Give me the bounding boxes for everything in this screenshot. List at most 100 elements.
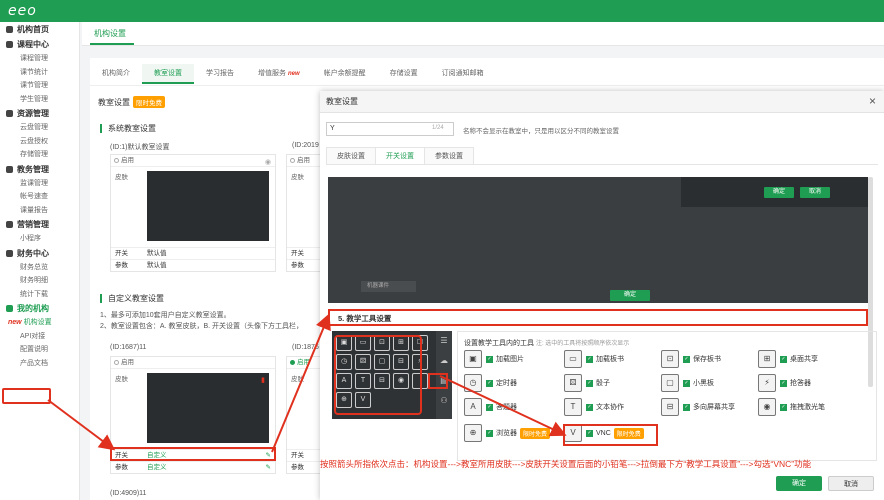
blackboard-icon: ▢ <box>661 374 679 392</box>
delete-icon[interactable]: ▮ <box>261 376 265 384</box>
tool-checkbox[interactable]: ✓ <box>486 379 493 387</box>
tab-classroom-settings[interactable]: 教室设置 <box>142 64 194 84</box>
tab-balance-alert[interactable]: 帐户余额提醒 <box>312 64 378 84</box>
tool-option[interactable]: ⊕ ✓ 浏览器 限时免费 <box>464 424 551 442</box>
tool-option[interactable]: ▭ ✓ 加载板书 <box>564 350 624 368</box>
tab-skin[interactable]: 皮肤设置 <box>326 147 376 165</box>
tool-checkbox[interactable]: ✓ <box>586 379 593 387</box>
tool-checkbox[interactable]: ✓ <box>683 379 690 387</box>
tool-checkbox[interactable]: ✓ <box>683 403 690 411</box>
tool-checkbox[interactable]: ✓ <box>486 355 493 363</box>
enable-radio[interactable] <box>114 158 119 163</box>
sidebar-section[interactable]: 财务中心 <box>0 246 79 261</box>
edit-pencil-icon[interactable]: ✎ <box>266 462 271 474</box>
tool-option[interactable]: T ✓ 文本协作 <box>564 398 624 416</box>
sidebar-section[interactable]: 教务管理 <box>0 162 79 177</box>
breadcrumb-underline <box>90 43 134 45</box>
sidebar-item[interactable]: 课程管理 <box>0 52 79 66</box>
tool-checkbox[interactable]: ✓ <box>486 429 493 437</box>
sidebar-section-label: 教务管理 <box>17 164 49 174</box>
sidebar-item[interactable]: 课量报告 <box>0 204 79 218</box>
close-icon[interactable]: × <box>869 94 876 108</box>
sidebar-item[interactable]: 帐号速查 <box>0 190 79 204</box>
sidebar-item[interactable]: 统计下载 <box>0 288 79 302</box>
tab-value-added[interactable]: 增值服务 new <box>246 64 312 84</box>
sidebar-item[interactable]: API对接 <box>0 330 79 344</box>
skin-preview[interactable]: ▮ <box>147 373 269 443</box>
tool-option[interactable]: ⊟ ✓ 多向屏幕共享 <box>661 398 735 416</box>
sidebar-item[interactable]: 小程序 <box>0 232 79 246</box>
tab-switch-settings[interactable]: 开关设置 <box>375 147 425 165</box>
tool-checkbox[interactable]: ✓ <box>486 403 493 411</box>
sidebar-item[interactable]: 云盘管理 <box>0 121 79 135</box>
tool-checkbox[interactable]: ✓ <box>683 355 690 363</box>
tool-option[interactable]: A ✓ 答题器 <box>464 398 517 416</box>
sidebar-item[interactable]: 云盘授权 <box>0 135 79 149</box>
tool-checkbox[interactable]: ✓ <box>780 355 787 363</box>
params-value: 默认值 <box>147 262 167 269</box>
tab-params[interactable]: 参数设置 <box>424 147 474 165</box>
annotation-highlight-vnc <box>563 424 658 446</box>
sidebar-item[interactable]: 存储管理 <box>0 148 79 162</box>
breadcrumb: 机构设置 <box>82 22 884 46</box>
sidebar-item[interactable]: 课节统计 <box>0 66 79 80</box>
tool-option[interactable]: ⊞ ✓ 桌面共享 <box>758 350 818 368</box>
sidebar-item[interactable]: 财务明细 <box>0 274 79 288</box>
annotation-instruction: 按照箭头所指依次点击：机构设置--->教室所用皮肤--->皮肤开关设置后面的小铅… <box>320 459 812 469</box>
tab-intro[interactable]: 机构简介 <box>90 64 142 84</box>
enable-radio-checked[interactable] <box>290 360 295 365</box>
tool-option[interactable]: ▣ ✓ 加载图片 <box>464 350 524 368</box>
name-hint: 名称不会显示在教室中，只是用以区分不同的教室设置 <box>463 128 619 135</box>
card5-id: (ID:4909)11 <box>110 490 147 497</box>
params-value: 自定义 <box>147 464 167 471</box>
sidebar-item[interactable]: 学生管理 <box>0 93 79 107</box>
tool-label: 抢答器 <box>790 380 811 387</box>
enable-label: 启用 <box>121 359 134 366</box>
sidebar-section[interactable]: 营销管理 <box>0 217 79 232</box>
skin-preview[interactable] <box>147 171 269 241</box>
tool-option[interactable]: ◉ ✓ 拖拽激光笔 <box>758 398 825 416</box>
card-default-settings[interactable]: 启用 ◉ 皮肤 开关 默认值 参数 默认值 <box>110 154 276 272</box>
switch-value: 默认值 <box>147 250 167 257</box>
enable-radio[interactable] <box>290 158 295 163</box>
cancel-button[interactable]: 取消 <box>828 476 874 491</box>
sidebar-section[interactable]: 课程中心 <box>0 37 79 52</box>
tab-subscribe-email[interactable]: 订阅通知邮箱 <box>430 64 496 84</box>
sidebar-item[interactable]: 课节管理 <box>0 79 79 93</box>
tool-checkbox[interactable]: ✓ <box>586 355 593 363</box>
sidebar-section[interactable]: 资源管理 <box>0 106 79 121</box>
sidebar-item[interactable]: 配置说明 <box>0 343 79 357</box>
tool-label: 多向屏幕共享 <box>693 404 735 411</box>
tool-option[interactable]: ⚡ ✓ 抢答器 <box>758 374 811 392</box>
tool-checkbox[interactable]: ✓ <box>780 379 787 387</box>
breadcrumb-current[interactable]: 机构设置 <box>94 28 126 39</box>
enable-label: 启用 <box>121 157 134 164</box>
sidebar: 机构首页 课程中心 课程管理 课节统计 课节管理 学生管理资源管理云盘管理 云盘授权 存储管理… <box>0 22 80 500</box>
sidebar-item-org-settings[interactable]: new 机构设置 <box>0 316 79 330</box>
answer-icon: ⚡ <box>758 374 776 392</box>
tool-checkbox[interactable]: ✓ <box>586 403 593 411</box>
sidebar-item[interactable]: 财务总览 <box>0 261 79 275</box>
enable-radio[interactable] <box>114 360 119 365</box>
tab-learning-report[interactable]: 学习报告 <box>194 64 246 84</box>
tool-checkbox[interactable]: ✓ <box>780 403 787 411</box>
tool-option[interactable]: ▢ ✓ 小黑板 <box>661 374 714 392</box>
tool-label: 骰子 <box>596 380 610 387</box>
ok-button[interactable]: 确定 <box>776 476 822 491</box>
sidebar-section-label: 资源管理 <box>17 109 49 118</box>
tool-label: 保存板书 <box>693 356 721 363</box>
sidebar-item-label: 机构设置 <box>23 319 52 326</box>
sidebar-item[interactable]: 监课管理 <box>0 177 79 191</box>
tool-option[interactable]: ◷ ✓ 定时器 <box>464 374 517 392</box>
skin-label: 皮肤 <box>115 376 128 383</box>
section-icon <box>6 110 13 117</box>
app-logo[interactable]: eeo <box>8 3 37 19</box>
sidebar-item[interactable]: 产品文档 <box>0 357 79 371</box>
sidebar-section[interactable]: 机构首页 <box>0 22 79 37</box>
tool-option[interactable]: ⊡ ✓ 保存板书 <box>661 350 721 368</box>
preview-cancel-button: 取消 <box>800 187 830 198</box>
params-label: 参数 <box>291 464 304 471</box>
tool-option[interactable]: ⚄ ✓ 骰子 <box>564 374 610 392</box>
sidebar-section[interactable]: 我的机构 <box>0 301 79 316</box>
tab-storage[interactable]: 存储设置 <box>378 64 430 84</box>
